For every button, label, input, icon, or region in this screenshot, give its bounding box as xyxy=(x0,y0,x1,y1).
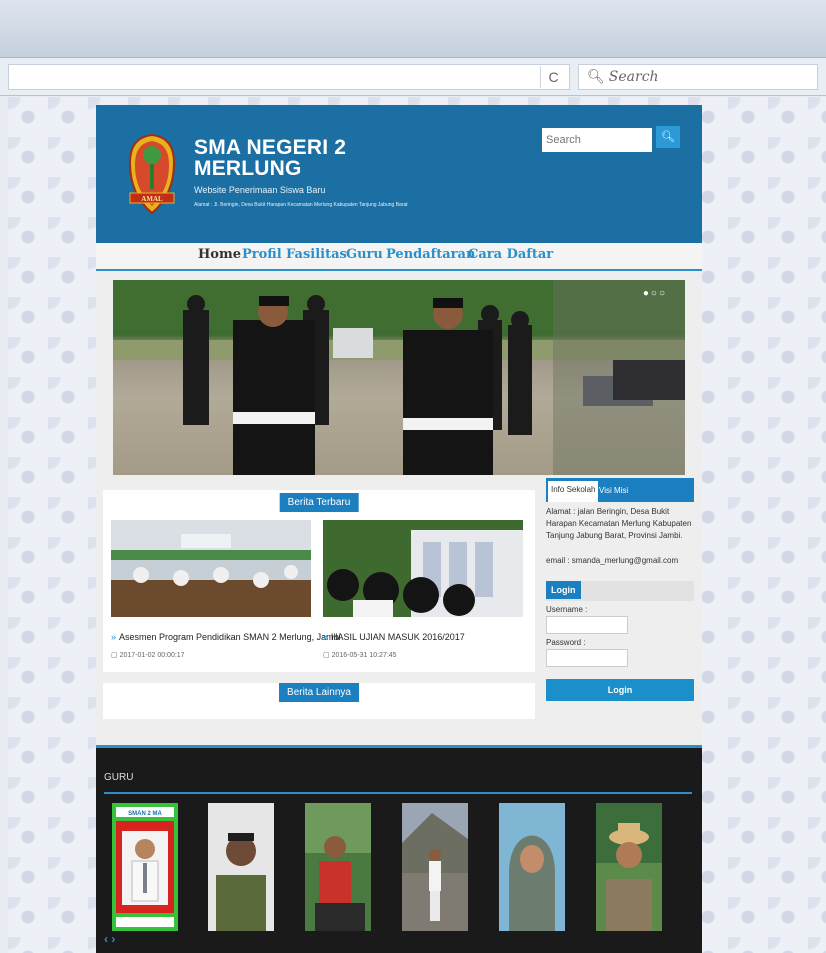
nav-pendaftaran[interactable]: Pendaftaran xyxy=(386,247,475,262)
login-header: Login xyxy=(546,581,694,601)
calendar-icon: ▢ xyxy=(323,652,330,659)
news-thumbnail[interactable] xyxy=(323,520,523,617)
news-section-title: Berita Terbaru xyxy=(279,493,359,512)
news-date: ▢ 2017-01-02 00:00:17 xyxy=(111,651,311,659)
browser-search-field[interactable]: 🔍︎ Search xyxy=(578,64,818,90)
nav-fasilitas[interactable]: Fasilitas xyxy=(286,247,347,262)
site-search-input[interactable] xyxy=(542,128,652,152)
guru-photo[interactable] xyxy=(402,803,468,931)
tab-info-sekolah[interactable]: Info Sekolah xyxy=(548,481,599,502)
other-news-panel: Berita Lainnya xyxy=(103,683,535,719)
chevron-right-icon: » xyxy=(323,632,329,642)
username-label: Username : xyxy=(546,605,588,614)
username-field[interactable] xyxy=(546,616,628,634)
password-label: Password : xyxy=(546,638,586,647)
school-logo: AMAL xyxy=(128,133,176,215)
news-item[interactable]: » Asesmen Program Pendidikan SMAN 2 Merlu… xyxy=(111,520,341,659)
guru-badge-text: SMAN 2 MA xyxy=(128,811,162,817)
site-search-button[interactable]: 🔍︎ xyxy=(656,126,680,148)
news-thumbnail[interactable] xyxy=(111,520,311,617)
news-title[interactable]: » HASIL UJIAN MASUK 2016/2017 xyxy=(323,632,523,642)
site-subtitle: Website Penerimaan Siswa Baru xyxy=(194,185,326,195)
search-icon: 🔍︎ xyxy=(661,131,675,143)
nav-profil[interactable]: Profil xyxy=(242,247,282,262)
url-field[interactable] xyxy=(8,64,570,90)
main-nav: Home Profil Fasilitas Guru Pendaftaran C… xyxy=(96,243,702,271)
news-title-text[interactable]: Asesmen Program Pendidikan SMAN 2 Merlun… xyxy=(119,632,341,642)
school-email: email : smanda_merlung@gmail.com xyxy=(546,556,679,565)
nav-cara-daftar[interactable]: Cara Daftar xyxy=(468,247,553,262)
website: AMAL SMA NEGERI 2 MERLUNG Website Peneri… xyxy=(96,105,702,953)
news-title-text[interactable]: HASIL UJIAN MASUK 2016/2017 xyxy=(331,632,465,642)
browser-search-placeholder: Search xyxy=(608,69,659,85)
news-item[interactable]: » HASIL UJIAN MASUK 2016/2017 ▢ 2016-05-3… xyxy=(323,520,523,659)
reload-button[interactable]: C xyxy=(540,66,566,88)
guru-title: GURU xyxy=(104,772,134,783)
chevron-right-icon: » xyxy=(111,632,117,642)
sidebar-tabs: Info Sekolah Visi Misi xyxy=(546,478,694,502)
guru-photo[interactable] xyxy=(596,803,662,931)
password-field[interactable] xyxy=(546,649,628,667)
site-header: AMAL SMA NEGERI 2 MERLUNG Website Peneri… xyxy=(96,105,702,243)
carousel-arrows[interactable]: ‹ › xyxy=(104,932,115,946)
browser-address-bar: C 🔍︎ Search xyxy=(0,58,826,96)
school-info: Alamat : jalan Beringin, Desa Bukit Hara… xyxy=(546,507,692,540)
news-title[interactable]: » Asesmen Program Pendidikan SMAN 2 Merlu… xyxy=(111,632,341,642)
login-button[interactable]: Login xyxy=(546,679,694,701)
guru-divider xyxy=(104,792,692,794)
other-news-title: Berita Lainnya xyxy=(279,683,359,702)
slider-dots[interactable]: ●○○ xyxy=(643,288,667,299)
sidebar: Info Sekolah Visi Misi Alamat : jalan Be… xyxy=(546,478,694,701)
hero-slider[interactable]: ●○○ xyxy=(113,280,685,475)
news-section-header: Berita Terbaru xyxy=(103,493,535,515)
guru-photo[interactable]: SMAN 2 MA xyxy=(112,803,178,931)
logo-text: AMAL xyxy=(141,195,163,203)
guru-photo[interactable] xyxy=(208,803,274,931)
news-date-text: 2017-01-02 00:00:17 xyxy=(119,652,185,659)
news-date-text: 2016-05-31 10:27:45 xyxy=(331,652,397,659)
guru-section: GURU SMAN 2 MA ‹ › xyxy=(96,745,702,953)
calendar-icon: ▢ xyxy=(111,652,118,659)
hero-photo xyxy=(113,280,685,475)
browser-title-bar xyxy=(0,0,826,58)
news-date: ▢ 2016-05-31 10:27:45 xyxy=(323,651,523,659)
guru-photo[interactable] xyxy=(305,803,371,931)
search-icon: 🔍︎ xyxy=(587,69,605,85)
nav-guru[interactable]: Guru xyxy=(346,247,383,262)
tab-visi-misi[interactable]: Visi Misi xyxy=(596,482,631,499)
page-title: SMA NEGERI 2 MERLUNG xyxy=(194,136,347,180)
nav-home[interactable]: Home xyxy=(198,247,241,262)
site-address: Alamat : Jl. Beringin, Desa Bukit Harapa… xyxy=(194,202,408,208)
login-title: Login xyxy=(546,581,581,599)
news-panel: » Asesmen Program Pendidikan SMAN 2 Merlu… xyxy=(103,490,535,672)
guru-photo[interactable] xyxy=(499,803,565,931)
